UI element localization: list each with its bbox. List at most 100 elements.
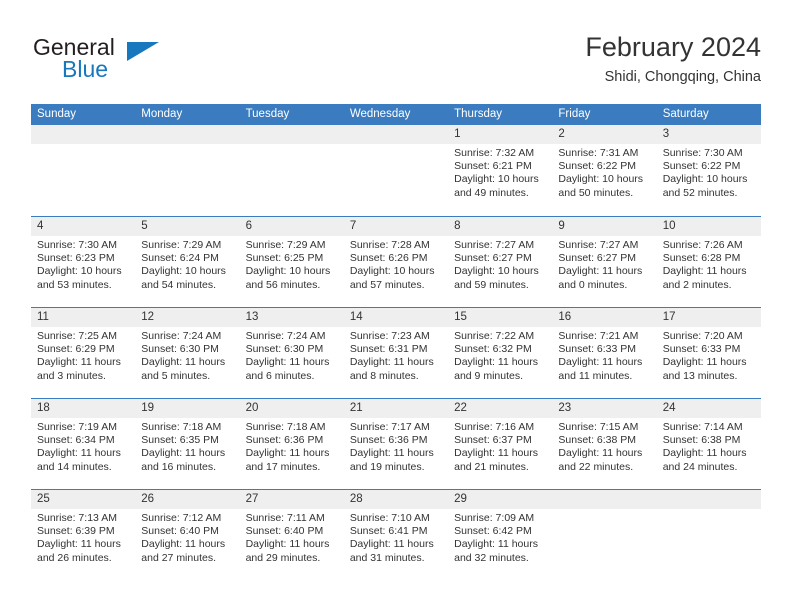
daylight-text-line2: and 50 minutes.: [558, 186, 634, 199]
day-number-bar: 13: [239, 308, 344, 327]
sunset-text: Sunset: 6:23 PM: [37, 252, 115, 265]
day-cell[interactable]: 21 Sunrise: 7:17 AM Sunset: 6:36 PM Dayl…: [343, 399, 449, 489]
day-number: 7: [349, 220, 357, 232]
day-cell[interactable]: 9 Sunrise: 7:27 AM Sunset: 6:27 PM Dayli…: [552, 217, 657, 307]
day-cell[interactable]: 10 Sunrise: 7:26 AM Sunset: 6:28 PM Dayl…: [656, 217, 761, 307]
daylight-text-line2: and 3 minutes.: [37, 369, 106, 382]
day-cell[interactable]: 24 Sunrise: 7:14 AM Sunset: 6:38 PM Dayl…: [656, 399, 761, 489]
day-cell[interactable]: 20 Sunrise: 7:18 AM Sunset: 6:36 PM Dayl…: [239, 399, 344, 489]
sunset-text: Sunset: 6:37 PM: [454, 434, 532, 447]
day-cell[interactable]: 3 Sunrise: 7:30 AM Sunset: 6:22 PM Dayli…: [656, 125, 761, 216]
day-number-bar: 11: [31, 308, 136, 327]
sunrise-text: Sunrise: 7:28 AM: [349, 239, 430, 251]
daylight-text-line1: Daylight: 11 hours: [454, 538, 538, 551]
daylight-text-line2: and 19 minutes.: [349, 460, 425, 473]
day-number-bar: 21: [343, 399, 449, 418]
day-cell[interactable]: 28 Sunrise: 7:10 AM Sunset: 6:41 PM Dayl…: [343, 490, 449, 580]
weekday-header-monday: Monday: [141, 108, 183, 120]
sunset-text: Sunset: 6:33 PM: [662, 343, 741, 356]
sunrise-text: Sunrise: 7:27 AM: [558, 239, 639, 251]
day-details: Sunrise: 7:17 AM Sunset: 6:36 PM Dayligh…: [344, 418, 448, 474]
logo-flag-icon: [127, 42, 159, 61]
day-details: Sunrise: 7:30 AM Sunset: 6:22 PM Dayligh…: [657, 144, 761, 200]
day-cell[interactable]: 26 Sunrise: 7:12 AM Sunset: 6:40 PM Dayl…: [135, 490, 240, 580]
daylight-text-line2: and 49 minutes.: [454, 186, 529, 199]
sunrise-text: Sunrise: 7:21 AM: [558, 330, 639, 342]
daylight-text-line1: Daylight: 11 hours: [141, 538, 226, 551]
day-cell[interactable]: 17 Sunrise: 7:20 AM Sunset: 6:33 PM Dayl…: [656, 308, 761, 398]
day-cell[interactable]: 16 Sunrise: 7:21 AM Sunset: 6:33 PM Dayl…: [552, 308, 657, 398]
day-number-bar: 3: [656, 125, 761, 144]
daylight-text-line1: Daylight: 11 hours: [245, 538, 330, 551]
day-details: Sunrise: 7:18 AM Sunset: 6:36 PM Dayligh…: [240, 418, 344, 474]
day-number: 24: [662, 402, 676, 414]
day-details: Sunrise: 7:29 AM Sunset: 6:25 PM Dayligh…: [240, 236, 344, 292]
daylight-text-line2: and 22 minutes.: [558, 460, 634, 473]
logo-text-blue: Blue: [62, 56, 109, 82]
day-cell[interactable]: 8 Sunrise: 7:27 AM Sunset: 6:27 PM Dayli…: [448, 217, 553, 307]
day-details: Sunrise: 7:20 AM Sunset: 6:33 PM Dayligh…: [657, 327, 761, 383]
day-cell[interactable]: 13 Sunrise: 7:24 AM Sunset: 6:30 PM Dayl…: [239, 308, 344, 398]
day-cell[interactable]: 23 Sunrise: 7:15 AM Sunset: 6:38 PM Dayl…: [552, 399, 657, 489]
day-number-bar: 27: [239, 490, 344, 509]
day-number-bar: 23: [552, 399, 657, 418]
sunrise-text: Sunrise: 7:25 AM: [37, 330, 117, 342]
daylight-text-line1: Daylight: 10 hours: [454, 173, 539, 186]
sunset-text: Sunset: 6:26 PM: [349, 252, 428, 265]
day-cell[interactable]: [31, 125, 136, 216]
day-cell[interactable]: 5 Sunrise: 7:29 AM Sunset: 6:24 PM Dayli…: [135, 217, 240, 307]
day-number: 5: [141, 220, 148, 232]
day-cell[interactable]: 11 Sunrise: 7:25 AM Sunset: 6:29 PM Dayl…: [31, 308, 136, 398]
sunset-text: Sunset: 6:28 PM: [662, 252, 741, 265]
day-cell[interactable]: 15 Sunrise: 7:22 AM Sunset: 6:32 PM Dayl…: [448, 308, 553, 398]
day-cell[interactable]: 27 Sunrise: 7:11 AM Sunset: 6:40 PM Dayl…: [239, 490, 344, 580]
day-number-bar: 18: [31, 399, 136, 418]
day-cell[interactable]: 1 Sunrise: 7:32 AM Sunset: 6:21 PM Dayli…: [448, 125, 553, 216]
day-cell[interactable]: 29 Sunrise: 7:09 AM Sunset: 6:42 PM Dayl…: [448, 490, 553, 580]
day-cell[interactable]: 7 Sunrise: 7:28 AM Sunset: 6:26 PM Dayli…: [343, 217, 449, 307]
day-number: 26: [141, 493, 155, 505]
day-number: 27: [245, 493, 259, 505]
page-title: February 2024: [585, 32, 761, 62]
day-cell[interactable]: 2 Sunrise: 7:31 AM Sunset: 6:22 PM Dayli…: [552, 125, 657, 216]
daylight-text-line1: Daylight: 10 hours: [37, 265, 122, 278]
day-details: Sunrise: 7:24 AM Sunset: 6:30 PM Dayligh…: [135, 327, 239, 383]
day-cell[interactable]: [656, 490, 761, 580]
sunrise-text: Sunrise: 7:30 AM: [37, 239, 117, 251]
day-cell[interactable]: [239, 125, 344, 216]
day-cell[interactable]: [135, 125, 240, 216]
day-number-bar: 29: [448, 490, 553, 509]
day-number-bar: 7: [343, 217, 449, 236]
day-number: 22: [454, 402, 467, 414]
day-cell[interactable]: 19 Sunrise: 7:18 AM Sunset: 6:35 PM Dayl…: [135, 399, 240, 489]
sunrise-text: Sunrise: 7:19 AM: [37, 421, 117, 433]
sunrise-text: Sunrise: 7:29 AM: [245, 239, 326, 251]
sunset-text: Sunset: 6:25 PM: [245, 252, 324, 265]
sunrise-text: Sunrise: 7:18 AM: [245, 421, 326, 433]
day-details: Sunrise: 7:14 AM Sunset: 6:38 PM Dayligh…: [657, 418, 761, 474]
page-header: General Blue February 2024 Shidi, Chongq…: [31, 30, 761, 98]
day-cell[interactable]: 6 Sunrise: 7:29 AM Sunset: 6:25 PM Dayli…: [239, 217, 344, 307]
day-cell[interactable]: 22 Sunrise: 7:16 AM Sunset: 6:37 PM Dayl…: [448, 399, 553, 489]
daylight-text-line1: Daylight: 10 hours: [558, 173, 644, 186]
day-number: 12: [141, 311, 155, 323]
general-blue-logo[interactable]: General Blue: [31, 34, 251, 92]
day-cell[interactable]: 14 Sunrise: 7:23 AM Sunset: 6:31 PM Dayl…: [343, 308, 449, 398]
day-details: Sunrise: 7:29 AM Sunset: 6:24 PM Dayligh…: [135, 236, 239, 292]
day-number: 11: [37, 311, 49, 323]
day-cell[interactable]: 12 Sunrise: 7:24 AM Sunset: 6:30 PM Dayl…: [135, 308, 240, 398]
day-cell[interactable]: 25 Sunrise: 7:13 AM Sunset: 6:39 PM Dayl…: [31, 490, 136, 580]
day-number: 20: [245, 402, 259, 414]
calendar-week-row: 11 Sunrise: 7:25 AM Sunset: 6:29 PM Dayl…: [31, 307, 761, 398]
daylight-text-line2: and 26 minutes.: [37, 551, 112, 564]
sunset-text: Sunset: 6:32 PM: [454, 343, 532, 356]
sunset-text: Sunset: 6:36 PM: [245, 434, 324, 447]
day-cell[interactable]: [552, 490, 657, 580]
day-number-bar: 5: [135, 217, 240, 236]
day-cell[interactable]: 18 Sunrise: 7:19 AM Sunset: 6:34 PM Dayl…: [31, 399, 136, 489]
day-cell[interactable]: 4 Sunrise: 7:30 AM Sunset: 6:23 PM Dayli…: [31, 217, 136, 307]
sunset-text: Sunset: 6:36 PM: [349, 434, 428, 447]
sunrise-text: Sunrise: 7:24 AM: [141, 330, 222, 342]
day-cell[interactable]: [343, 125, 449, 216]
day-number: 15: [454, 311, 467, 323]
